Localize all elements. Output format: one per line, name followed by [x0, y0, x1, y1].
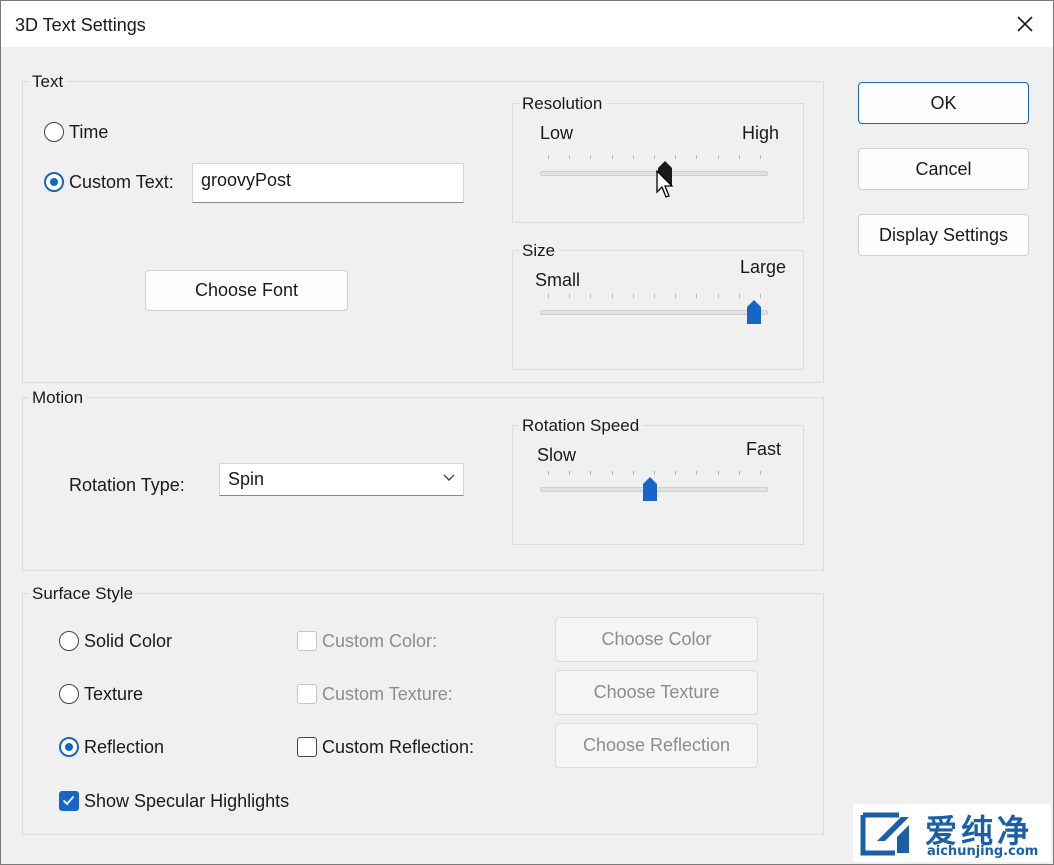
- solid-color-label: Solid Color: [84, 631, 173, 651]
- custom-text-label: Custom Text:: [69, 172, 174, 192]
- slider-tick: [654, 471, 655, 475]
- show-specular-label: Show Specular Highlights: [84, 791, 290, 811]
- slider-tick: [675, 471, 677, 475]
- choose-font-button[interactable]: Choose Font: [145, 270, 348, 311]
- surface-style-group-label: Surface Style: [29, 584, 137, 604]
- size-slider[interactable]: [540, 290, 768, 330]
- rotation-type-value: Spin: [228, 469, 265, 489]
- custom-color-label: Custom Color:: [322, 631, 438, 651]
- choose-color-button[interactable]: Choose Color: [555, 617, 758, 662]
- custom-texture-label: Custom Texture:: [322, 684, 453, 704]
- text-group-label: Text: [29, 72, 67, 92]
- slider-tick: [611, 471, 613, 475]
- slider-tick: [654, 155, 655, 159]
- slider-tick: [569, 155, 571, 159]
- slider-tick: [760, 471, 761, 475]
- slider-tick: [590, 471, 592, 475]
- slider-tick: [675, 155, 677, 159]
- slider-tick: [632, 471, 634, 475]
- rotation-speed-label: Rotation Speed: [519, 416, 643, 436]
- slider-tick: [590, 155, 592, 159]
- show-specular-checkbox[interactable]: [59, 791, 79, 811]
- ok-button[interactable]: OK: [858, 82, 1029, 124]
- logo-icon: [860, 812, 909, 856]
- custom-texture-checkbox[interactable]: [297, 684, 317, 704]
- checkmark-icon: [62, 795, 75, 806]
- close-icon: [1017, 16, 1033, 32]
- custom-text-input[interactable]: groovyPost: [192, 163, 464, 203]
- rotation-speed-slider[interactable]: [540, 467, 768, 507]
- resolution-slider[interactable]: [540, 151, 768, 191]
- rotation-type-label: Rotation Type:: [69, 475, 185, 495]
- watermark-url: aichunjing.com: [927, 844, 1039, 859]
- custom-reflection-checkbox[interactable]: [297, 737, 317, 757]
- rotation-speed-fast-label: Fast: [746, 439, 782, 459]
- size-label: Size: [519, 241, 559, 261]
- rotation-speed-slow-label: Slow: [537, 445, 577, 465]
- slider-thumb[interactable]: [746, 299, 762, 325]
- slider-tick: [632, 155, 634, 159]
- time-label: Time: [69, 122, 109, 142]
- texture-label: Texture: [84, 684, 144, 704]
- slider-tick: [717, 294, 719, 298]
- slider-tick: [611, 294, 613, 298]
- resolution-label: Resolution: [519, 94, 606, 114]
- window-title: 3D Text Settings: [15, 15, 146, 35]
- slider-tick: [760, 294, 761, 298]
- slider-tick: [675, 294, 677, 298]
- slider-tick: [717, 471, 719, 475]
- slider-track: [540, 310, 768, 315]
- size-small-label: Small: [535, 270, 581, 290]
- slider-tick: [760, 155, 761, 159]
- reflection-label: Reflection: [84, 737, 165, 757]
- size-large-label: Large: [740, 257, 787, 277]
- slider-tick: [738, 471, 740, 475]
- slider-tick: [548, 471, 549, 475]
- time-radio[interactable]: [44, 122, 64, 142]
- watermark-logo: 爱纯净 aichunjing.com: [853, 804, 1051, 862]
- rotation-type-select[interactable]: Spin: [219, 463, 464, 496]
- mouse-cursor-icon: [656, 170, 674, 198]
- close-button[interactable]: [1005, 5, 1045, 43]
- dialog-window: 3D Text Settings Text Time Custom Text: …: [0, 0, 1054, 865]
- solid-color-radio[interactable]: [59, 631, 79, 651]
- reflection-radio[interactable]: [59, 737, 79, 757]
- cancel-button[interactable]: Cancel: [858, 148, 1029, 190]
- slider-tick: [611, 155, 613, 159]
- custom-color-checkbox[interactable]: [297, 631, 317, 651]
- display-settings-button[interactable]: Display Settings: [858, 214, 1029, 256]
- slider-tick: [696, 294, 698, 298]
- slider-tick: [738, 155, 740, 159]
- slider-tick: [569, 294, 571, 298]
- slider-tick: [548, 155, 549, 159]
- motion-group-label: Motion: [29, 388, 87, 408]
- custom-reflection-label: Custom Reflection:: [322, 737, 475, 757]
- slider-tick: [569, 471, 571, 475]
- custom-text-radio[interactable]: [44, 172, 64, 192]
- slider-thumb[interactable]: [642, 476, 658, 502]
- choose-reflection-button[interactable]: Choose Reflection: [555, 723, 758, 768]
- texture-radio[interactable]: [59, 684, 79, 704]
- resolution-low-label: Low: [540, 123, 574, 143]
- slider-tick: [696, 155, 698, 159]
- slider-tick: [548, 294, 549, 298]
- slider-tick: [696, 471, 698, 475]
- slider-track: [540, 171, 768, 176]
- slider-tick: [738, 294, 740, 298]
- choose-texture-button[interactable]: Choose Texture: [555, 670, 758, 715]
- slider-tick: [590, 294, 592, 298]
- slider-tick: [654, 294, 655, 298]
- slider-tick: [717, 155, 719, 159]
- chevron-down-icon: [443, 474, 455, 481]
- resolution-high-label: High: [742, 123, 780, 143]
- title-bar: 3D Text Settings: [1, 1, 1053, 47]
- slider-tick: [632, 294, 634, 298]
